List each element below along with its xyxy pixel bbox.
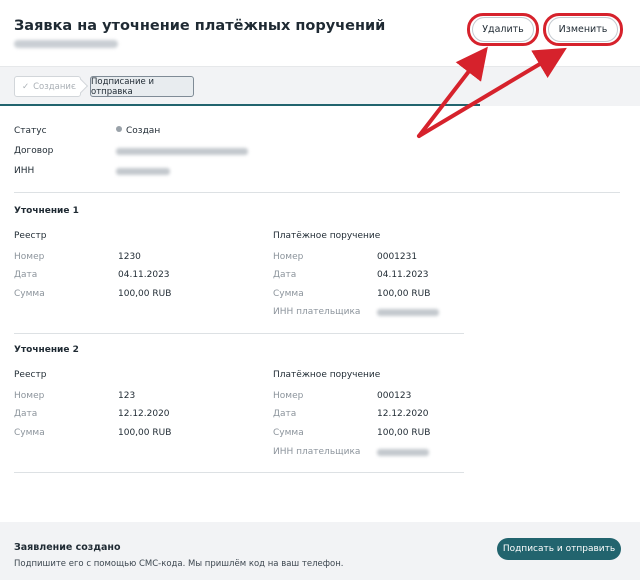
registry-2-amount-label: Сумма — [14, 428, 45, 438]
payment-order-1-amount-label: Сумма — [273, 289, 304, 299]
sign-and-send-button[interactable]: Подписать и отправить — [497, 538, 621, 560]
registry-1-amount-label: Сумма — [14, 289, 45, 299]
footer-title: Заявление создано — [14, 542, 121, 553]
contract-value-redacted — [116, 148, 248, 155]
status-dot-icon — [116, 126, 122, 132]
check-icon: ✓ — [22, 81, 30, 92]
payment-order-1-number: 0001231 — [377, 252, 418, 262]
status-label: Статус — [14, 126, 47, 136]
payment-order-1-heading: Платёжное поручение — [273, 231, 381, 241]
payment-order-1-date-label: Дата — [273, 270, 297, 280]
delete-button-highlight — [467, 13, 539, 46]
section-divider — [14, 472, 464, 473]
registry-1-number-label: Номер — [14, 252, 45, 262]
registry-1-date-label: Дата — [14, 270, 38, 280]
payment-order-2-number-label: Номер — [273, 391, 304, 401]
section-divider — [14, 333, 464, 334]
registry-2-number-label: Номер — [14, 391, 45, 401]
footer-text: Подпишите его с помощью СМС-кода. Мы при… — [14, 559, 344, 569]
registry-1-date: 04.11.2023 — [118, 270, 170, 280]
payment-order-2-number: 000123 — [377, 391, 412, 401]
payment-order-1-payer-inn-redacted — [377, 309, 439, 316]
registry-1-amount: 100,00 RUB — [118, 289, 172, 299]
payment-order-1-date: 04.11.2023 — [377, 270, 429, 280]
payment-order-1-payer-inn-label: ИНН плательщика — [273, 307, 361, 317]
contract-label: Договор — [14, 146, 54, 156]
payment-order-2-payer-inn-redacted — [377, 449, 429, 456]
payment-order-2-date-label: Дата — [273, 409, 297, 419]
inn-value-redacted — [116, 168, 170, 175]
status-badge: Создан — [116, 126, 160, 136]
registry-2-amount: 100,00 RUB — [118, 428, 172, 438]
payment-order-1-number-label: Номер — [273, 252, 304, 262]
payment-order-2-amount-label: Сумма — [273, 428, 304, 438]
edit-button-highlight — [543, 13, 623, 46]
step-creation[interactable]: ✓ Создание — [14, 76, 81, 97]
section-divider — [14, 192, 620, 193]
payment-order-1-amount: 100,00 RUB — [377, 289, 431, 299]
registry-1-heading: Реестр — [14, 231, 47, 241]
registry-2-heading: Реестр — [14, 370, 47, 380]
registry-2-date-label: Дата — [14, 409, 38, 419]
inn-label: ИНН — [14, 166, 35, 176]
progress-underline — [0, 104, 480, 106]
payment-order-2-date: 12.12.2020 — [377, 409, 429, 419]
payment-order-2-heading: Платёжное поручение — [273, 370, 381, 380]
clarification-1-title: Уточнение 1 — [14, 206, 79, 216]
status-value: Создан — [126, 126, 161, 136]
step-signing[interactable]: Подписание и отправка — [90, 76, 194, 97]
request-number-redacted — [14, 40, 118, 48]
registry-2-number: 123 — [118, 391, 136, 401]
registry-1-number: 1230 — [118, 252, 141, 262]
registry-2-date: 12.12.2020 — [118, 409, 170, 419]
step-creation-label: Создание — [33, 81, 77, 92]
clarification-2-title: Уточнение 2 — [14, 345, 79, 355]
payment-order-2-amount: 100,00 RUB — [377, 428, 431, 438]
page-title: Заявка на уточнение платёжных поручений — [14, 18, 386, 34]
payment-order-2-payer-inn-label: ИНН плательщика — [273, 447, 361, 457]
